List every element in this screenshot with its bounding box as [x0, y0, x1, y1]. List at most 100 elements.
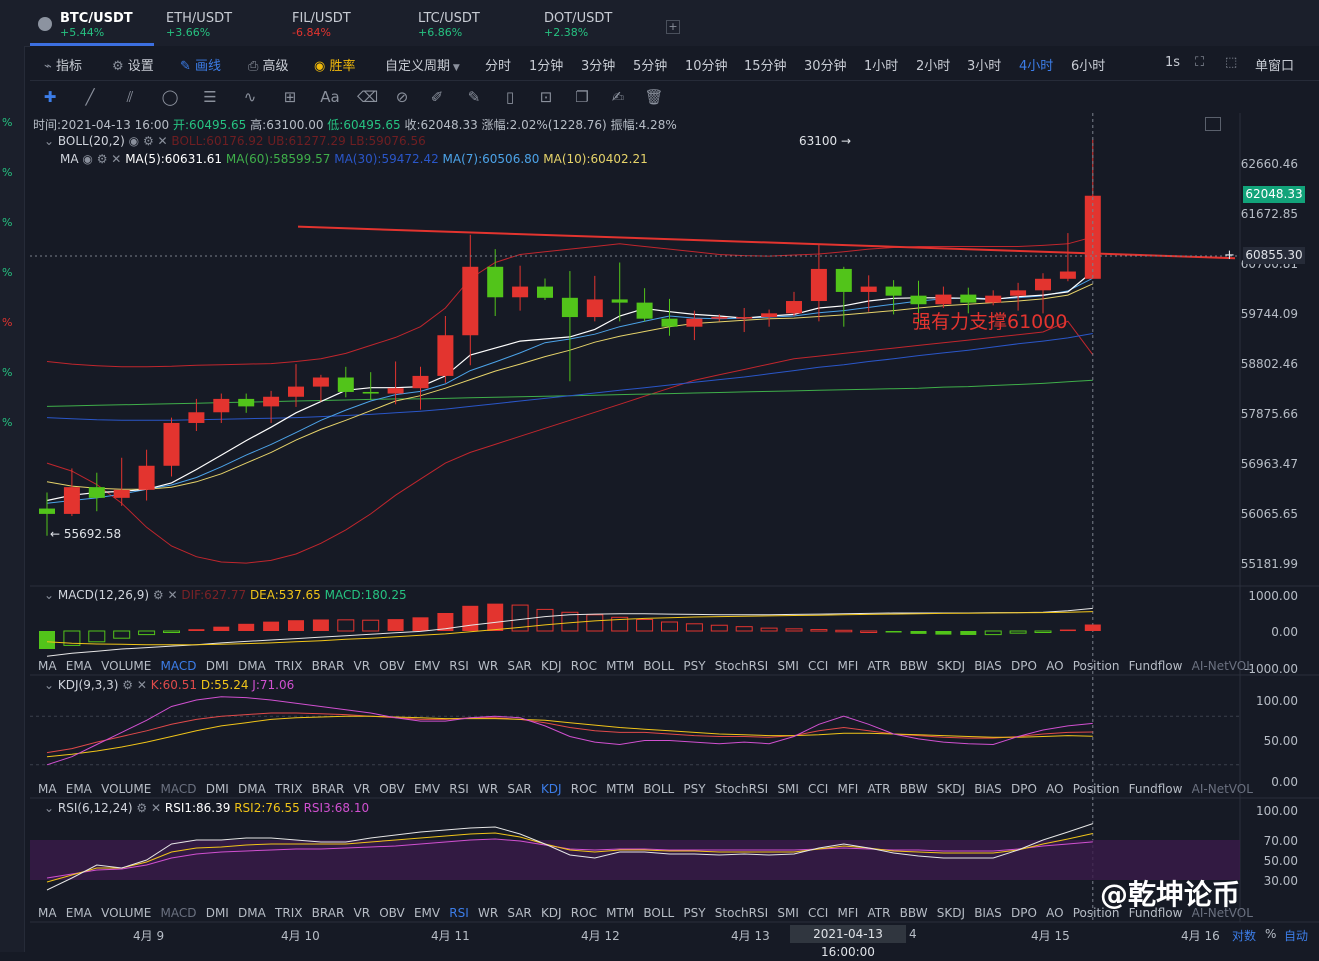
close-icon[interactable]: ✕: [137, 678, 147, 692]
indicator-tab-dpo[interactable]: DPO: [1011, 782, 1037, 796]
indicator-tab-dma[interactable]: DMA: [238, 906, 266, 920]
indicator-tab-macd[interactable]: MACD: [161, 659, 197, 673]
indicator-tab-atr[interactable]: ATR: [868, 782, 891, 796]
indicator-tab-dpo[interactable]: DPO: [1011, 659, 1037, 673]
indicator-tab-bias[interactable]: BIAS: [974, 906, 1002, 920]
log-scale-toggle[interactable]: 对数: [1232, 927, 1256, 944]
indicator-tab-ma[interactable]: MA: [38, 906, 57, 920]
indicator-tab-volume[interactable]: VOLUME: [101, 782, 151, 796]
indicator-tab-ai-netvol[interactable]: AI-NetVOL: [1192, 782, 1253, 796]
indicator-tab-trix[interactable]: TRIX: [275, 782, 302, 796]
eye-icon[interactable]: ◉: [129, 134, 139, 148]
indicator-tab-vr[interactable]: VR: [353, 659, 370, 673]
indicator-tab-obv[interactable]: OBV: [379, 906, 405, 920]
percent-scale-toggle[interactable]: %: [1265, 927, 1276, 941]
indicator-tab-fundflow[interactable]: Fundflow: [1129, 659, 1183, 673]
indicator-tab-skdj[interactable]: SKDJ: [937, 906, 965, 920]
indicator-tab-dma[interactable]: DMA: [238, 659, 266, 673]
indicator-tab-sar[interactable]: SAR: [507, 906, 531, 920]
indicator-tab-emv[interactable]: EMV: [414, 659, 440, 673]
indicator-tab-obv[interactable]: OBV: [379, 659, 405, 673]
indicator-tab-stochrsi[interactable]: StochRSI: [715, 782, 768, 796]
indicator-tab-fundflow[interactable]: Fundflow: [1129, 782, 1183, 796]
indicator-tab-volume[interactable]: VOLUME: [101, 906, 151, 920]
indicator-tab-ao[interactable]: AO: [1046, 782, 1063, 796]
indicator-tab-wr[interactable]: WR: [478, 659, 498, 673]
indicator-tab-smi[interactable]: SMI: [777, 782, 799, 796]
indicator-tab-boll[interactable]: BOLL: [643, 782, 674, 796]
indicator-tab-dmi[interactable]: DMI: [206, 906, 229, 920]
indicator-tab-ma[interactable]: MA: [38, 782, 57, 796]
indicator-tab-vr[interactable]: VR: [353, 906, 370, 920]
indicator-tab-position[interactable]: Position: [1073, 659, 1120, 673]
indicator-tab-boll[interactable]: BOLL: [643, 659, 674, 673]
indicator-tab-brar[interactable]: BRAR: [312, 906, 345, 920]
gear-icon[interactable]: ⚙: [122, 678, 133, 692]
indicator-tab-cci[interactable]: CCI: [808, 906, 828, 920]
indicator-tab-bbw[interactable]: BBW: [900, 659, 928, 673]
eye-icon[interactable]: ◉: [82, 152, 92, 166]
indicator-tab-ao[interactable]: AO: [1046, 659, 1063, 673]
indicator-tab-skdj[interactable]: SKDJ: [937, 782, 965, 796]
indicator-tab-emv[interactable]: EMV: [414, 906, 440, 920]
indicator-tab-ema[interactable]: EMA: [66, 659, 92, 673]
indicator-tab-mfi[interactable]: MFI: [838, 906, 859, 920]
indicator-tab-ema[interactable]: EMA: [66, 782, 92, 796]
indicator-tab-mtm[interactable]: MTM: [606, 659, 634, 673]
indicator-tab-atr[interactable]: ATR: [868, 906, 891, 920]
indicator-tab-psy[interactable]: PSY: [683, 659, 705, 673]
indicator-tab-smi[interactable]: SMI: [777, 906, 799, 920]
indicator-tab-cci[interactable]: CCI: [808, 659, 828, 673]
indicator-tab-position[interactable]: Position: [1073, 782, 1120, 796]
indicator-tab-trix[interactable]: TRIX: [275, 906, 302, 920]
close-icon[interactable]: ✕: [111, 152, 121, 166]
indicator-tab-bias[interactable]: BIAS: [974, 659, 1002, 673]
indicator-tab-roc[interactable]: ROC: [571, 782, 597, 796]
indicator-tab-smi[interactable]: SMI: [777, 659, 799, 673]
indicator-tab-brar[interactable]: BRAR: [312, 782, 345, 796]
indicator-tab-atr[interactable]: ATR: [868, 659, 891, 673]
indicator-tab-mfi[interactable]: MFI: [838, 782, 859, 796]
indicator-tab-mfi[interactable]: MFI: [838, 659, 859, 673]
indicator-tab-wr[interactable]: WR: [478, 782, 498, 796]
indicator-tab-rsi[interactable]: RSI: [449, 906, 469, 920]
indicator-tab-dmi[interactable]: DMI: [206, 782, 229, 796]
indicator-tab-dma[interactable]: DMA: [238, 782, 266, 796]
indicator-tab-roc[interactable]: ROC: [571, 659, 597, 673]
indicator-tab-ao[interactable]: AO: [1046, 906, 1063, 920]
indicator-tab-sar[interactable]: SAR: [507, 659, 531, 673]
indicator-tab-cci[interactable]: CCI: [808, 782, 828, 796]
indicator-tab-dmi[interactable]: DMI: [206, 659, 229, 673]
indicator-tab-dpo[interactable]: DPO: [1011, 906, 1037, 920]
indicator-tab-trix[interactable]: TRIX: [275, 659, 302, 673]
auto-scale-toggle[interactable]: 自动: [1284, 927, 1308, 944]
indicator-tab-emv[interactable]: EMV: [414, 782, 440, 796]
indicator-tab-psy[interactable]: PSY: [683, 906, 705, 920]
indicator-tab-brar[interactable]: BRAR: [312, 659, 345, 673]
indicator-tab-bbw[interactable]: BBW: [900, 906, 928, 920]
collapse-caret-icon[interactable]: ⌄: [44, 134, 58, 148]
indicator-tab-bbw[interactable]: BBW: [900, 782, 928, 796]
indicator-tab-bias[interactable]: BIAS: [974, 782, 1002, 796]
indicator-tab-boll[interactable]: BOLL: [643, 906, 674, 920]
indicator-tab-roc[interactable]: ROC: [571, 906, 597, 920]
indicator-tab-skdj[interactable]: SKDJ: [937, 659, 965, 673]
indicator-tab-kdj[interactable]: KDJ: [541, 782, 562, 796]
indicator-tab-kdj[interactable]: KDJ: [541, 659, 562, 673]
gear-icon[interactable]: ⚙: [97, 152, 108, 166]
indicator-tab-macd[interactable]: MACD: [161, 782, 197, 796]
close-icon[interactable]: ✕: [158, 134, 168, 148]
close-icon[interactable]: ✕: [151, 801, 161, 815]
indicator-tab-wr[interactable]: WR: [478, 906, 498, 920]
gear-icon[interactable]: ⚙: [136, 801, 147, 815]
collapse-caret-icon[interactable]: ⌄: [44, 801, 58, 815]
indicator-tab-rsi[interactable]: RSI: [449, 782, 469, 796]
indicator-tab-stochrsi[interactable]: StochRSI: [715, 659, 768, 673]
close-icon[interactable]: ✕: [167, 588, 177, 602]
indicator-tab-mtm[interactable]: MTM: [606, 782, 634, 796]
indicator-tab-sar[interactable]: SAR: [507, 782, 531, 796]
indicator-tab-ema[interactable]: EMA: [66, 906, 92, 920]
indicator-tab-psy[interactable]: PSY: [683, 782, 705, 796]
indicator-tab-stochrsi[interactable]: StochRSI: [715, 906, 768, 920]
indicator-tab-volume[interactable]: VOLUME: [101, 659, 151, 673]
